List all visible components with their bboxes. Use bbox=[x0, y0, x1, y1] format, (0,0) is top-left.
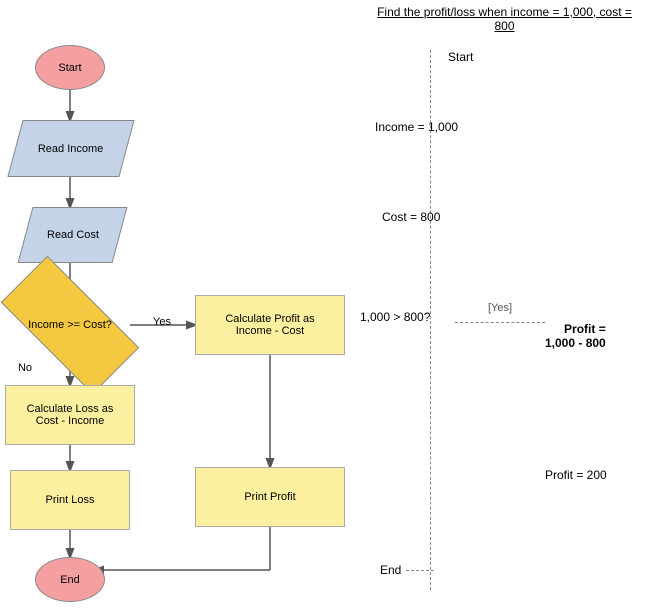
end-shape: End bbox=[35, 557, 105, 602]
print-loss-label: Print Loss bbox=[46, 494, 95, 506]
trace-condition: 1,000 > 800? bbox=[360, 310, 430, 324]
start-shape: Start bbox=[35, 45, 105, 90]
read-income-label: Read Income bbox=[38, 143, 103, 155]
decision-shape: Income >= Cost? bbox=[5, 292, 135, 358]
flowchart: Start Read Income Read Cost Income >= Co… bbox=[0, 0, 360, 611]
read-cost-shape: Read Cost bbox=[17, 207, 127, 263]
trace-end: End bbox=[380, 563, 401, 577]
trace-yes-bracket: [Yes] bbox=[488, 302, 512, 314]
yes-label: Yes bbox=[142, 312, 182, 332]
trace-profit-calc: Profit = 1,000 - 800 bbox=[545, 308, 606, 350]
start-label: Start bbox=[58, 62, 81, 74]
trace-title: Find the profit/loss when income = 1,000… bbox=[370, 5, 639, 33]
read-cost-label: Read Cost bbox=[47, 229, 99, 241]
no-label: No bbox=[10, 358, 40, 378]
trace-end-line bbox=[406, 570, 434, 571]
print-loss-shape: Print Loss bbox=[10, 470, 130, 530]
trace-income: Income = 1,000 bbox=[375, 120, 458, 134]
trace-start: Start bbox=[448, 50, 473, 64]
calc-profit-label: Calculate Profit as Income - Cost bbox=[225, 313, 314, 337]
trace-profit-val: Profit = 200 bbox=[545, 468, 607, 482]
trace-yes-line bbox=[455, 322, 545, 323]
calc-loss-label: Calculate Loss as Cost - Income bbox=[27, 403, 114, 427]
read-income-shape: Read Income bbox=[7, 120, 134, 177]
end-label: End bbox=[60, 574, 80, 586]
calc-profit-shape: Calculate Profit as Income - Cost bbox=[195, 295, 345, 355]
print-profit-label: Print Profit bbox=[244, 491, 295, 503]
calc-loss-shape: Calculate Loss as Cost - Income bbox=[5, 385, 135, 445]
trace-section: Find the profit/loss when income = 1,000… bbox=[360, 0, 649, 611]
trace-cost: Cost = 800 bbox=[382, 210, 440, 224]
decision-label: Income >= Cost? bbox=[28, 319, 112, 331]
print-profit-shape: Print Profit bbox=[195, 467, 345, 527]
